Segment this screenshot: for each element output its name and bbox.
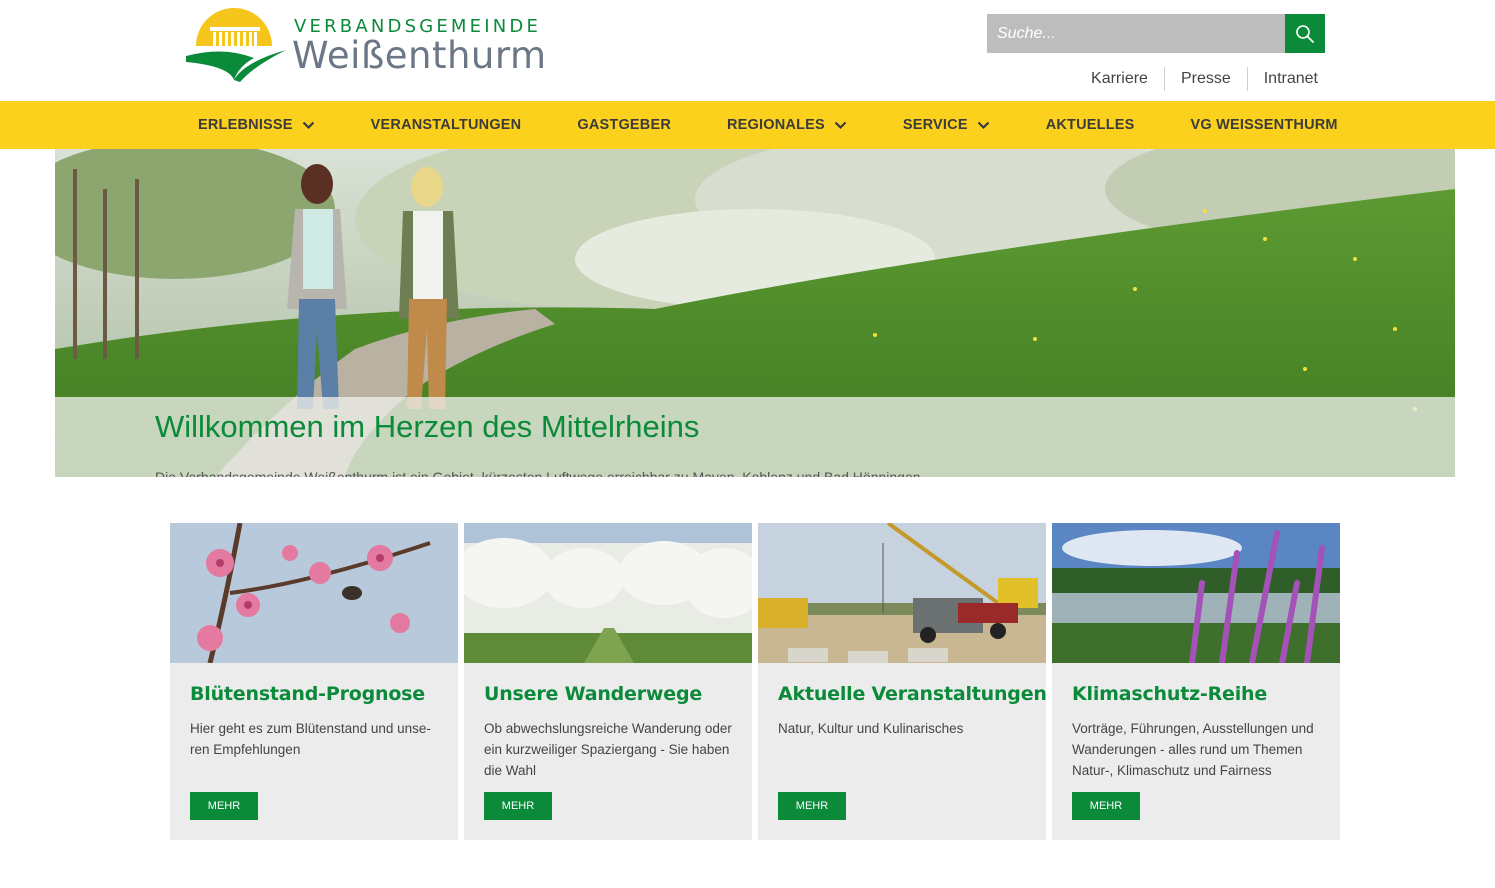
card-klimaschutz: Klimaschutz-Reihe Vorträge, Führungen, A…	[1052, 523, 1340, 840]
card-text: Ob abwechslungsreiche Wanderung oder ein…	[484, 721, 732, 778]
nav-item-vg-weissenthurm[interactable]: VG WEISSENTHURM	[1191, 101, 1338, 149]
nav-item-aktuelles[interactable]: AKTUELLES	[1046, 101, 1135, 149]
hero-subtitle: Die Verbandsgemeinde Weißenthurm ist ein…	[155, 469, 921, 477]
link-karriere[interactable]: Karriere	[1075, 67, 1164, 91]
card-bluetenstand: Blütenstand-Prognose Hier geht es zum Bl…	[170, 523, 458, 840]
card-title[interactable]: Blütenstand-Prognose	[190, 683, 425, 705]
mehr-button[interactable]: MEHR	[484, 792, 552, 820]
hero-title: Willkommen im Herzen des Mittelrheins	[155, 409, 700, 444]
logo-emblem-icon	[186, 8, 286, 82]
nav-item-label: GASTGEBER	[577, 117, 672, 133]
nav-item-label: SERVICE	[902, 117, 968, 133]
card-title[interactable]: Klimaschutz-Reihe	[1072, 683, 1267, 705]
search-input[interactable]	[987, 14, 1285, 53]
card-title[interactable]: Unsere Wanderwege	[484, 683, 702, 705]
hero-caption: Willkommen im Herzen des Mittelrheins Di…	[55, 397, 1455, 477]
main-navigation: ERLEBNISSE VERANSTALTUNGEN GASTGEBER REG…	[0, 101, 1495, 149]
teaser-cards: Blütenstand-Prognose Hier geht es zum Bl…	[170, 523, 1346, 840]
hero-banner: Willkommen im Herzen des Mittelrheins Di…	[55, 149, 1455, 477]
search-icon	[1296, 24, 1314, 43]
top-links: Karriere Presse Intranet	[1075, 67, 1325, 91]
search-button[interactable]	[1285, 14, 1325, 53]
nav-item-label: VG WEISSENTHURM	[1190, 117, 1338, 133]
link-presse[interactable]: Presse	[1163, 67, 1247, 91]
nav-item-service[interactable]: SERVICE	[903, 101, 990, 149]
search-form	[987, 14, 1325, 53]
nav-item-label: AKTUELLES	[1045, 117, 1135, 133]
card-text: Vorträge, Führungen, Ausstellungen und W…	[1072, 721, 1314, 778]
card-image[interactable]	[170, 523, 458, 663]
chevron-down-icon	[302, 121, 314, 129]
card-wanderwege: Unsere Wanderwege Ob abwechslungsreiche …	[464, 523, 752, 840]
chevron-down-icon	[834, 121, 847, 129]
nav-item-label: ERLEBNISSE	[198, 117, 293, 133]
mehr-button[interactable]: MEHR	[1072, 792, 1140, 820]
card-title[interactable]: Aktuelle Veranstaltungen	[778, 683, 1047, 705]
link-intranet[interactable]: Intranet	[1246, 67, 1325, 91]
nav-item-regionales[interactable]: REGIONALES	[727, 101, 847, 149]
card-image[interactable]	[1052, 523, 1340, 663]
card-veranstaltungen: Aktuelle Veranstaltungen Natur, Kultur u…	[758, 523, 1047, 840]
card-image[interactable]	[758, 523, 1046, 663]
nav-item-label: REGIONALES	[727, 117, 825, 133]
nav-item-veranstaltungen[interactable]: VERANSTALTUNGEN	[371, 101, 522, 149]
site-logo[interactable]: VERBANDSGEMEINDE Weißenthurm	[184, 6, 546, 86]
logo-main-text: Weißenthurm	[292, 34, 547, 77]
card-image[interactable]	[464, 523, 752, 663]
card-text: Hier geht es zum Blütenstand und unse-re…	[190, 721, 431, 757]
chevron-down-icon	[977, 121, 989, 129]
nav-item-erlebnisse[interactable]: ERLEBNISSE	[198, 101, 315, 149]
nav-item-label: VERANSTALTUNGEN	[370, 117, 522, 133]
nav-item-gastgeber[interactable]: GASTGEBER	[577, 101, 671, 149]
card-text: Natur, Kultur und Kulinarisches	[778, 721, 964, 736]
mehr-button[interactable]: MEHR	[778, 792, 846, 820]
mehr-button[interactable]: MEHR	[190, 792, 258, 820]
